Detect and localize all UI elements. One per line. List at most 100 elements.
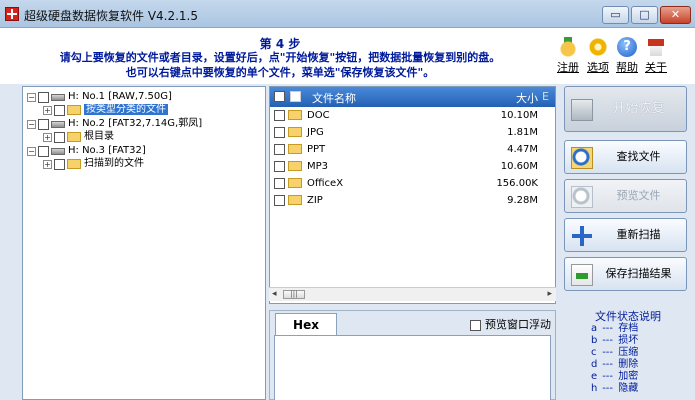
legend-desc: 损坏 — [618, 335, 639, 346]
file-checkbox[interactable] — [274, 161, 285, 172]
help-icon: ? — [617, 37, 637, 57]
find-file-label: 查找文件 — [616, 150, 661, 163]
start-recovery-label: 开始恢复 — [612, 101, 665, 116]
find-file-icon — [571, 147, 593, 169]
register-icon — [558, 37, 578, 57]
file-size: 10.60M — [500, 161, 538, 172]
title-bar[interactable]: 超级硬盘数据恢复软件 V4.2.1.5 ▭ □ ✕ — [0, 0, 695, 28]
horizontal-scrollbar[interactable]: ◂ ||| ▸ — [269, 287, 556, 301]
close-button[interactable]: ✕ — [660, 6, 691, 24]
legend-separator: --- — [602, 347, 614, 358]
column-size[interactable]: 大小 — [516, 90, 538, 106]
tree-item-scanned-files[interactable]: + 扫描到的文件 — [43, 157, 144, 171]
hex-view[interactable] — [274, 335, 551, 400]
options-button[interactable]: 选项 — [583, 37, 613, 75]
file-name: MP3 — [307, 161, 329, 172]
find-file-button[interactable]: 查找文件 — [564, 140, 687, 174]
file-size: 1.81M — [507, 127, 538, 138]
column-extra[interactable]: E — [542, 90, 549, 103]
help-button[interactable]: ? 帮助 — [612, 37, 642, 75]
preview-file-button[interactable]: 预览文件 — [564, 179, 687, 213]
file-row[interactable]: ZIP 9.28M — [270, 192, 555, 209]
drive-icon — [51, 93, 65, 101]
select-all-checkbox[interactable] — [274, 91, 285, 102]
tree-item-drive-3[interactable]: − H: No.3 [FAT32] — [27, 144, 146, 158]
file-checkbox[interactable] — [274, 110, 285, 121]
file-row[interactable]: OfficeX 156.00K — [270, 175, 555, 192]
tree-checkbox[interactable] — [38, 118, 49, 130]
folder-icon — [67, 159, 81, 169]
legend-item: h --- 隐藏 — [591, 383, 638, 395]
float-preview-label: 预览窗口浮动 — [485, 318, 551, 331]
tree-checkbox[interactable] — [54, 131, 65, 143]
file-size: 10.10M — [500, 110, 538, 121]
tree-item-label: 扫描到的文件 — [84, 158, 144, 169]
legend-separator: --- — [602, 371, 614, 382]
tree-item-drive-1[interactable]: − H: No.1 [RAW,7.50G] — [27, 90, 172, 104]
file-row[interactable]: MP3 10.60M — [270, 158, 555, 175]
file-size: 156.00K — [496, 178, 538, 189]
legend-code: c — [591, 347, 597, 358]
tree-item-root-dir[interactable]: + 根目录 — [43, 130, 114, 144]
tree-checkbox[interactable] — [54, 104, 65, 116]
folder-icon — [288, 178, 302, 188]
rescan-button[interactable]: 重新扫描 — [564, 218, 687, 252]
options-icon — [588, 37, 608, 57]
start-recovery-button[interactable]: 开始恢复 — [564, 86, 687, 132]
about-label: 关于 — [645, 61, 667, 74]
tree-item-by-type[interactable]: + 按类型分类的文件 — [43, 103, 168, 117]
minimize-button[interactable]: ▭ — [602, 6, 629, 24]
about-button[interactable]: 关于 — [641, 37, 671, 75]
status-column-icon — [290, 91, 301, 102]
file-checkbox[interactable] — [274, 195, 285, 206]
file-name: PPT — [307, 144, 326, 155]
file-size: 4.47M — [507, 144, 538, 155]
tree-checkbox[interactable] — [54, 158, 65, 170]
scroll-thumb[interactable]: ||| — [283, 290, 305, 299]
collapse-icon[interactable]: − — [27, 92, 36, 102]
tree-item-label: 按类型分类的文件 — [84, 104, 168, 115]
window-title: 超级硬盘数据恢复软件 V4.2.1.5 — [24, 9, 199, 23]
expand-icon[interactable]: + — [43, 132, 52, 142]
folder-icon — [67, 105, 81, 115]
tree-item-drive-2[interactable]: − H: No.2 [FAT32,7.14G,郭凤] — [27, 117, 202, 131]
instruction-line-2: 也可以右键点中要恢复的单个文件，菜单选"保存恢复该文件"。 — [125, 66, 435, 79]
scroll-left-icon[interactable]: ◂ — [272, 289, 277, 299]
maximize-button[interactable]: □ — [631, 6, 658, 24]
file-row[interactable]: PPT 4.47M — [270, 141, 555, 158]
preview-file-icon — [571, 186, 593, 208]
file-row[interactable]: JPG 1.81M — [270, 124, 555, 141]
tab-hex[interactable]: Hex — [275, 313, 337, 335]
legend-desc: 删除 — [618, 359, 639, 370]
app-icon — [5, 7, 19, 21]
expand-icon[interactable]: + — [43, 105, 52, 115]
tree-item-label: 根目录 — [84, 131, 114, 142]
legend-item: a --- 存档 — [591, 323, 638, 335]
column-name[interactable]: 文件名称 — [312, 90, 356, 106]
register-button[interactable]: 注册 — [553, 37, 583, 75]
register-label: 注册 — [557, 61, 579, 74]
file-list[interactable]: 文件名称 大小 E DOC 10.10M JPG 1.81M PPT 4.47M… — [269, 86, 556, 304]
folder-icon — [67, 132, 81, 142]
save-scan-button[interactable]: 保存扫描结果 — [564, 257, 687, 291]
header: 第 4 步 请勾上要恢复的文件或者目录，设置好后，点"开始恢复"按钮，把数据批量… — [0, 28, 695, 84]
tree-checkbox[interactable] — [38, 91, 49, 103]
scroll-right-icon[interactable]: ▸ — [547, 289, 552, 299]
file-checkbox[interactable] — [274, 127, 285, 138]
file-row[interactable]: DOC 10.10M — [270, 107, 555, 124]
folder-icon — [288, 161, 302, 171]
directory-tree[interactable]: − H: No.1 [RAW,7.50G] + 按类型分类的文件 − H: No.2 … — [22, 86, 266, 400]
float-preview-checkbox[interactable] — [470, 319, 481, 331]
collapse-icon[interactable]: − — [27, 146, 36, 156]
file-checkbox[interactable] — [274, 144, 285, 155]
legend-item: b --- 损坏 — [591, 335, 638, 347]
tree-checkbox[interactable] — [38, 145, 49, 157]
expand-icon[interactable]: + — [43, 159, 52, 169]
float-preview-toggle[interactable]: 预览窗口浮动 — [470, 316, 551, 332]
file-name: JPG — [307, 127, 324, 138]
folder-icon — [288, 127, 302, 137]
tree-item-label: H: No.1 [RAW,7.50G] — [68, 91, 172, 102]
legend-separator: --- — [602, 323, 614, 334]
file-checkbox[interactable] — [274, 178, 285, 189]
collapse-icon[interactable]: − — [27, 119, 36, 129]
